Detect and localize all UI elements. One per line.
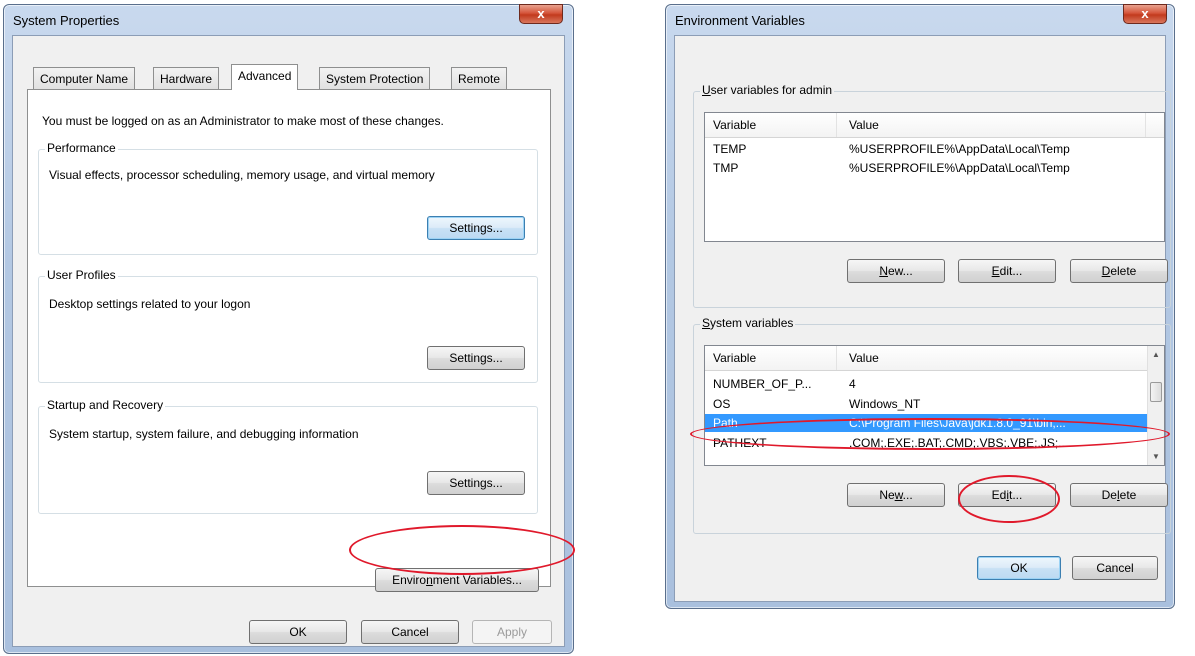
system-edit-button[interactable]: Edit...	[958, 483, 1056, 507]
column-header-variable[interactable]: Variable	[713, 118, 756, 132]
column-separator	[836, 113, 837, 137]
value-cell: C:\Program Files\Java\jdk1.8.0_91\bin;..…	[849, 416, 1066, 430]
startup-recovery-description: System startup, system failure, and debu…	[49, 427, 359, 441]
user-variables-group: User variables for admin Variable Value …	[693, 83, 1171, 308]
tab-label: Hardware	[160, 72, 213, 86]
value-cell: Windows_NT	[849, 397, 921, 411]
scroll-up-icon[interactable]: ▲	[1148, 346, 1164, 363]
variable-cell: PATHEXT	[713, 436, 767, 450]
performance-label: Performance	[45, 141, 118, 155]
tab-remote[interactable]: Remote	[451, 67, 508, 89]
column-separator	[836, 346, 837, 370]
cancel-button[interactable]: Cancel	[361, 620, 459, 644]
dialog-body: User variables for admin Variable Value …	[674, 35, 1171, 602]
advanced-tab-panel: You must be logged on as an Administrato…	[27, 89, 551, 592]
user-profiles-label: User Profiles	[45, 268, 118, 282]
value-cell: %USERPROFILE%\AppData\Local\Temp	[849, 161, 1070, 175]
table-row[interactable]: OS Windows_NT	[705, 395, 1148, 413]
system-variables-group: System variables Variable Value NUMBER_O…	[693, 316, 1171, 534]
tab-label: Remote	[458, 72, 501, 86]
value-cell: %USERPROFILE%\AppData\Local\Temp	[849, 142, 1070, 156]
tab-label: System Protection	[326, 72, 424, 86]
close-button[interactable]: x	[1123, 4, 1167, 24]
table-row-selected[interactable]: Path C:\Program Files\Java\jdk1.8.0_91\b…	[705, 414, 1148, 432]
close-icon: x	[537, 6, 545, 21]
user-new-button[interactable]: New...	[847, 259, 945, 283]
variable-cell: Path	[713, 416, 738, 430]
column-header-variable[interactable]: Variable	[713, 351, 756, 365]
system-properties-window: System Properties x Computer Name Hardwa…	[3, 4, 574, 654]
user-edit-button[interactable]: Edit...	[958, 259, 1056, 283]
table-row[interactable]: TEMP %USERPROFILE%\AppData\Local\Temp	[705, 140, 1145, 158]
close-button[interactable]: x	[519, 4, 563, 24]
tab-label: Advanced	[238, 69, 292, 83]
tab-hardware[interactable]: Hardware	[153, 67, 220, 89]
apply-button[interactable]: Apply	[472, 620, 552, 644]
tab-advanced[interactable]: Advanced	[231, 64, 299, 90]
variable-cell: OS	[713, 397, 731, 411]
user-variables-list[interactable]: Variable Value TEMP %USERPROFILE%\AppDat…	[704, 112, 1165, 242]
cancel-button[interactable]: Cancel	[1072, 556, 1158, 580]
tab-label: Computer Name	[40, 72, 129, 86]
scroll-thumb[interactable]	[1150, 382, 1162, 402]
value-cell: .COM;.EXE;.BAT;.CMD;.VBS;.VBE;.JS;....	[849, 436, 1072, 450]
performance-description: Visual effects, processor scheduling, me…	[49, 168, 435, 182]
environment-variables-titlebar[interactable]: Environment Variables x	[666, 4, 1174, 35]
variable-cell: NUMBER_OF_P...	[713, 377, 812, 391]
tab-system-protection[interactable]: System Protection	[319, 67, 431, 89]
performance-settings-button[interactable]: Settings...	[427, 216, 525, 240]
user-profiles-group: User Profiles Desktop settings related t…	[38, 268, 538, 383]
startup-recovery-settings-button[interactable]: Settings...	[427, 471, 525, 495]
system-delete-button[interactable]: Delete	[1070, 483, 1168, 507]
column-separator	[1145, 113, 1146, 137]
value-cell: 4	[849, 377, 856, 391]
user-variables-label: User variables for admin	[700, 83, 835, 97]
dialog-body: Computer Name Hardware Advanced System P…	[12, 35, 565, 647]
variable-cell: TEMP	[713, 142, 747, 156]
system-properties-titlebar[interactable]: System Properties x	[4, 4, 573, 35]
startup-recovery-group: Startup and Recovery System startup, sys…	[38, 398, 538, 514]
system-variables-label: System variables	[700, 316, 796, 330]
column-header-value[interactable]: Value	[849, 351, 879, 365]
tab-strip: Computer Name Hardware Advanced System P…	[33, 64, 523, 90]
close-icon: x	[1141, 6, 1149, 21]
performance-group: Performance Visual effects, processor sc…	[38, 141, 538, 255]
user-delete-button[interactable]: Delete	[1070, 259, 1168, 283]
table-row[interactable]: PATHEXT .COM;.EXE;.BAT;.CMD;.VBS;.VBE;.J…	[705, 434, 1148, 452]
system-new-button[interactable]: New...	[847, 483, 945, 507]
startup-recovery-label: Startup and Recovery	[45, 398, 166, 412]
table-row[interactable]: NUMBER_OF_P... 4	[705, 375, 1148, 393]
scroll-down-icon[interactable]: ▼	[1148, 448, 1164, 465]
window-title: Environment Variables	[675, 13, 805, 28]
system-variables-scrollbar[interactable]: ▲ ▼	[1147, 346, 1164, 465]
window-title: System Properties	[13, 13, 120, 28]
user-profiles-description: Desktop settings related to your logon	[49, 297, 251, 311]
ok-button[interactable]: OK	[249, 620, 347, 644]
environment-variables-window: Environment Variables x User variables f…	[665, 4, 1175, 609]
variable-cell: TMP	[713, 161, 739, 175]
list-header: Variable Value	[705, 113, 1164, 138]
admin-notice: You must be logged on as an Administrato…	[42, 114, 444, 128]
ok-button[interactable]: OK	[977, 556, 1061, 580]
column-header-value[interactable]: Value	[849, 118, 879, 132]
tab-computer-name[interactable]: Computer Name	[33, 67, 136, 89]
table-row[interactable]: TMP %USERPROFILE%\AppData\Local\Temp	[705, 159, 1145, 177]
list-header: Variable Value	[705, 346, 1164, 371]
environment-variables-button[interactable]: Environment Variables...	[375, 568, 539, 592]
system-variables-list[interactable]: Variable Value NUMBER_OF_P... 4 OS Windo…	[704, 345, 1165, 466]
user-profiles-settings-button[interactable]: Settings...	[427, 346, 525, 370]
